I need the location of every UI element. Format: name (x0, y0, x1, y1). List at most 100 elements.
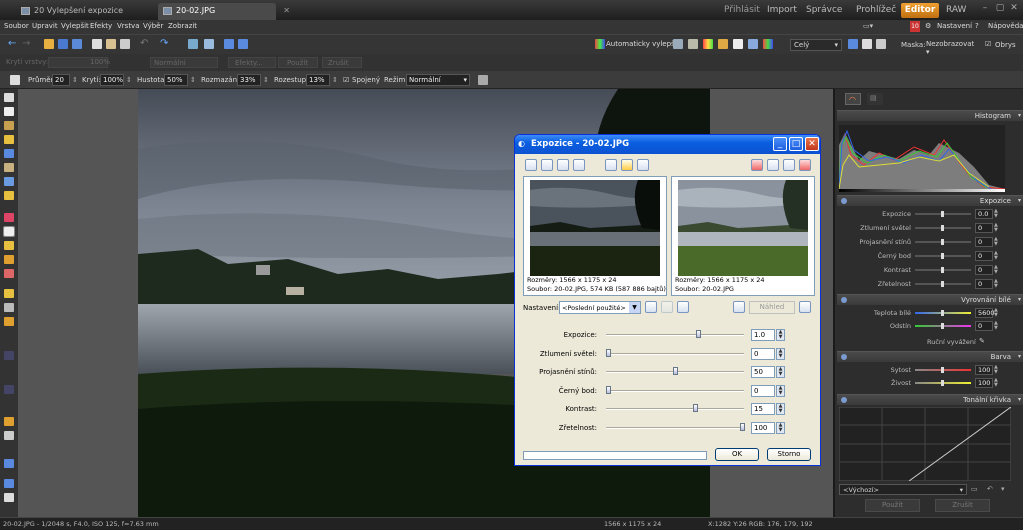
redeye-tool-icon[interactable] (4, 213, 14, 222)
color-icon[interactable] (703, 39, 713, 49)
result-preview[interactable]: Rozměry: 1566 x 1175 x 24 Soubor: 20-02.J… (671, 176, 815, 296)
ok-button[interactable]: OK (715, 448, 759, 461)
panel-value-field[interactable]: 0 (975, 223, 993, 233)
brush-tool-icon[interactable] (10, 75, 20, 85)
menu-layer[interactable]: Vrstva (117, 22, 140, 30)
spin-arrows-icon[interactable]: ▲ ▼ (994, 209, 1002, 219)
lasso-tool-icon[interactable] (4, 149, 14, 158)
save-preset-icon[interactable]: ▭ (971, 485, 978, 493)
histogram-header[interactable]: Histogram ▾ (837, 110, 1023, 121)
copy-icon[interactable] (92, 39, 102, 49)
nav-viewer[interactable]: Prohlížeč (856, 5, 896, 15)
panel-value-field[interactable]: 0 (975, 279, 993, 289)
maximize-icon[interactable]: ▢ (995, 3, 1005, 13)
slider-spin-icon[interactable]: ▲ ▼ (776, 329, 785, 341)
layout-icon-1[interactable] (224, 39, 234, 49)
highlight-icon[interactable] (621, 159, 633, 171)
opacity-input[interactable]: 100% (100, 74, 124, 86)
panel-slider-knob[interactable] (941, 323, 944, 329)
tool-icon-c[interactable] (748, 39, 758, 49)
layout-icon-2[interactable] (238, 39, 248, 49)
brush-options-icon[interactable] (478, 75, 488, 85)
preview-toggle-icon[interactable] (733, 301, 745, 313)
cancel-button[interactable]: Storno (767, 448, 811, 461)
slider-knob[interactable] (695, 330, 701, 338)
panel-slider-knob[interactable] (941, 253, 944, 259)
info-icon[interactable] (637, 159, 649, 171)
original-preview[interactable]: Rozměry: 1566 x 1175 x 24 Soubor: 20-02.J… (523, 176, 667, 296)
zoom-out-icon[interactable] (541, 159, 553, 171)
tab-20-02[interactable]: 20-02.JPG ✕ (158, 3, 290, 20)
dialog-menu-icon[interactable] (799, 301, 811, 313)
paste-new-icon[interactable] (120, 39, 130, 49)
sponge-tool-icon[interactable] (4, 255, 14, 264)
text-tool-icon[interactable] (4, 459, 14, 468)
blend-mode-select[interactable]: Normální (150, 57, 218, 68)
spin-arrows-icon[interactable]: ▲ ▼ (994, 251, 1002, 261)
select-tool-icon[interactable] (4, 135, 14, 144)
panel-slider-knob[interactable] (941, 310, 944, 316)
save-as-icon[interactable] (72, 39, 82, 49)
slider-track[interactable] (606, 389, 744, 392)
layout-side-icon[interactable] (751, 159, 763, 171)
eyedropper-icon[interactable]: ✎ (979, 337, 985, 345)
spin-arrows-icon[interactable]: ▲ ▼ (994, 378, 1002, 388)
panel-tab-info[interactable]: ▤ (867, 93, 883, 105)
reset-settings-icon[interactable] (677, 301, 689, 313)
forward-icon[interactable]: → (22, 39, 32, 49)
slider-track[interactable] (606, 408, 744, 410)
zoom-select[interactable]: Celý ▾ (790, 39, 842, 51)
diameter-input[interactable]: 20 (52, 74, 70, 86)
panel-value-field[interactable]: 0 (975, 237, 993, 247)
notification-badge[interactable]: 10 (910, 21, 920, 32)
rgb-icon[interactable] (763, 39, 773, 49)
slider-track[interactable] (606, 426, 744, 429)
nav-editor[interactable]: Editor (901, 3, 939, 18)
split-view-icon[interactable] (605, 159, 617, 171)
line-tool-icon[interactable] (4, 431, 14, 440)
slider-spin-icon[interactable]: ▲ ▼ (776, 347, 785, 360)
spin-arrows-icon[interactable]: ▲ ▼ (994, 365, 1002, 375)
panel-undo-button[interactable]: Zrušit (935, 499, 990, 512)
zoom-icon[interactable] (876, 39, 886, 49)
spin-arrows-icon[interactable]: ▲ ▼ (994, 279, 1002, 289)
zoom-in-icon[interactable] (525, 159, 537, 171)
zoom-tool-icon[interactable] (4, 93, 14, 102)
continuous-checkbox[interactable]: ☑ (343, 76, 349, 84)
wand-tool-icon[interactable] (4, 163, 14, 172)
panel-value-field[interactable]: 0.0 (975, 209, 993, 219)
slider-knob[interactable] (740, 422, 745, 431)
sharpen-icon[interactable] (733, 39, 743, 49)
menu-effects[interactable]: Efekty (90, 22, 112, 30)
close-tab-icon[interactable]: ✕ (283, 6, 290, 15)
slider-knob[interactable] (606, 348, 611, 357)
panel-apply-button[interactable]: Použít (865, 499, 920, 512)
panel-slider-knob[interactable] (941, 225, 944, 231)
slider-value-field[interactable]: 100 (751, 421, 775, 434)
slider-track[interactable] (606, 334, 744, 336)
dialog-minimize-icon[interactable]: _ (773, 137, 787, 151)
density-spin-icon[interactable]: ⇕ (190, 76, 196, 84)
layout-single-icon[interactable] (783, 159, 795, 171)
manual-wb-label[interactable]: Ruční vyvážení (927, 338, 976, 346)
slider-spin-icon[interactable]: ▲ ▼ (776, 384, 785, 397)
more-icon[interactable]: ▾ (1001, 485, 1005, 493)
slider-value-field[interactable]: 15 (751, 403, 775, 415)
slider-spin-icon[interactable]: ▲ ▼ (776, 366, 785, 378)
step-input[interactable]: 13% (306, 74, 330, 86)
slider-value-field[interactable]: 0 (751, 347, 775, 360)
panel-slider-knob[interactable] (941, 211, 944, 217)
redo-icon[interactable]: ↷ (160, 39, 170, 49)
panel-slider-knob[interactable] (941, 367, 944, 373)
panel-value-field[interactable]: 0 (975, 251, 993, 261)
brush-tool-icon-2[interactable] (4, 289, 14, 298)
login-link[interactable]: Přihlásit (724, 5, 760, 15)
nav-raw[interactable]: RAW (946, 5, 966, 15)
step-spin-icon[interactable]: ⇕ (332, 76, 338, 84)
mode-select[interactable]: Normální ▾ (406, 74, 470, 86)
spin-arrows-icon[interactable]: ▲ ▼ (994, 321, 1002, 331)
menu-edit[interactable]: Upravit (32, 22, 58, 30)
panel-slider-knob[interactable] (941, 239, 944, 245)
actual-size-icon[interactable] (557, 159, 569, 171)
spin-arrows-icon[interactable]: ▲ ▼ (994, 308, 1002, 318)
